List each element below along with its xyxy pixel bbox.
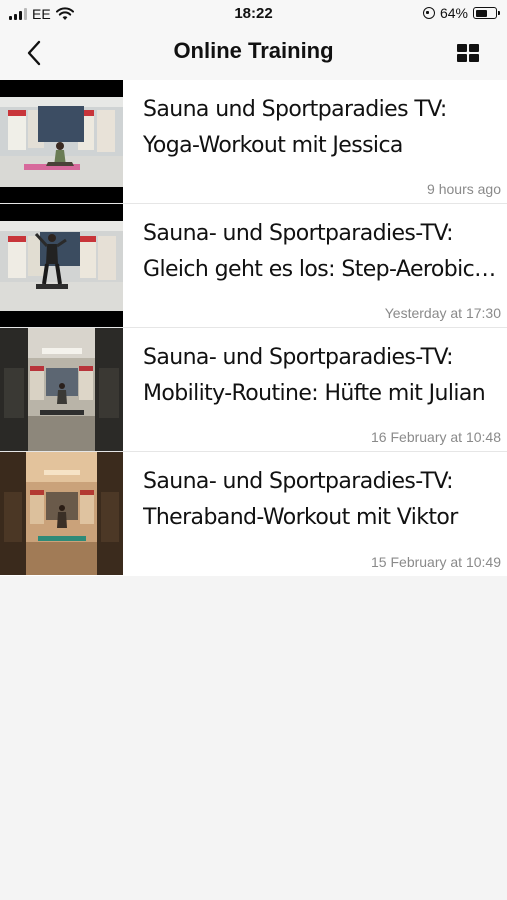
video-timestamp: Yesterday at 17:30 [384, 305, 501, 321]
video-title-line-1: Sauna und Sportparadies TV: [143, 97, 447, 122]
status-right: 64% [422, 5, 500, 21]
video-thumbnail [0, 452, 123, 575]
battery-level [475, 9, 487, 17]
video-thumbnail [0, 204, 123, 327]
grid-view-icon [457, 44, 467, 52]
status-bar: EE 18:22 64% [0, 0, 507, 28]
video-title-line-2: Yoga-Workout mit Jessica [143, 133, 403, 158]
video-timestamp: 15 February at 10:49 [371, 554, 501, 570]
battery-icon [473, 7, 500, 19]
battery-percent: 64% [439, 5, 468, 21]
video-title: Sauna- und Sportparadies-TV: Mobility-Ro… [143, 340, 501, 412]
video-title-line-1: Sauna- und Sportparadies-TV: [143, 345, 454, 370]
list-item[interactable]: Sauna- und Sportparadies-TV: Mobility-Ro… [0, 328, 507, 452]
video-thumbnail [0, 80, 123, 203]
video-title-line-2: Mobility-Routine: Hüfte mit Julian [143, 381, 486, 406]
list-item[interactable]: Sauna- und Sportparadies-TV: Theraband-W… [0, 452, 507, 576]
video-title-line-2: Theraband-Workout mit Viktor [143, 505, 458, 530]
video-timestamp: 16 February at 10:48 [371, 429, 501, 445]
rotation-lock-icon [422, 7, 435, 19]
video-title-line-1: Sauna- und Sportparadies-TV: [143, 221, 454, 246]
video-title-line-2: Gleich geht es los: Step-Aerobic… [143, 257, 496, 282]
video-title: Sauna und Sportparadies TV: Yoga-Workout… [143, 92, 501, 164]
list-item[interactable]: Sauna- und Sportparadies-TV: Gleich geht… [0, 204, 507, 328]
page-title: Online Training [173, 38, 334, 63]
video-thumbnail [0, 328, 123, 451]
video-timestamp: 9 hours ago [427, 181, 501, 197]
navigation-bar: Online Training [0, 28, 507, 80]
grid-view-button[interactable] [457, 44, 479, 62]
list-item[interactable]: Sauna und Sportparadies TV: Yoga-Workout… [0, 80, 507, 204]
video-title: Sauna- und Sportparadies-TV: Theraband-W… [143, 464, 501, 536]
video-title-line-1: Sauna- und Sportparadies-TV: [143, 469, 454, 494]
video-title: Sauna- und Sportparadies-TV: Gleich geht… [143, 216, 501, 288]
video-list: Sauna und Sportparadies TV: Yoga-Workout… [0, 80, 507, 576]
